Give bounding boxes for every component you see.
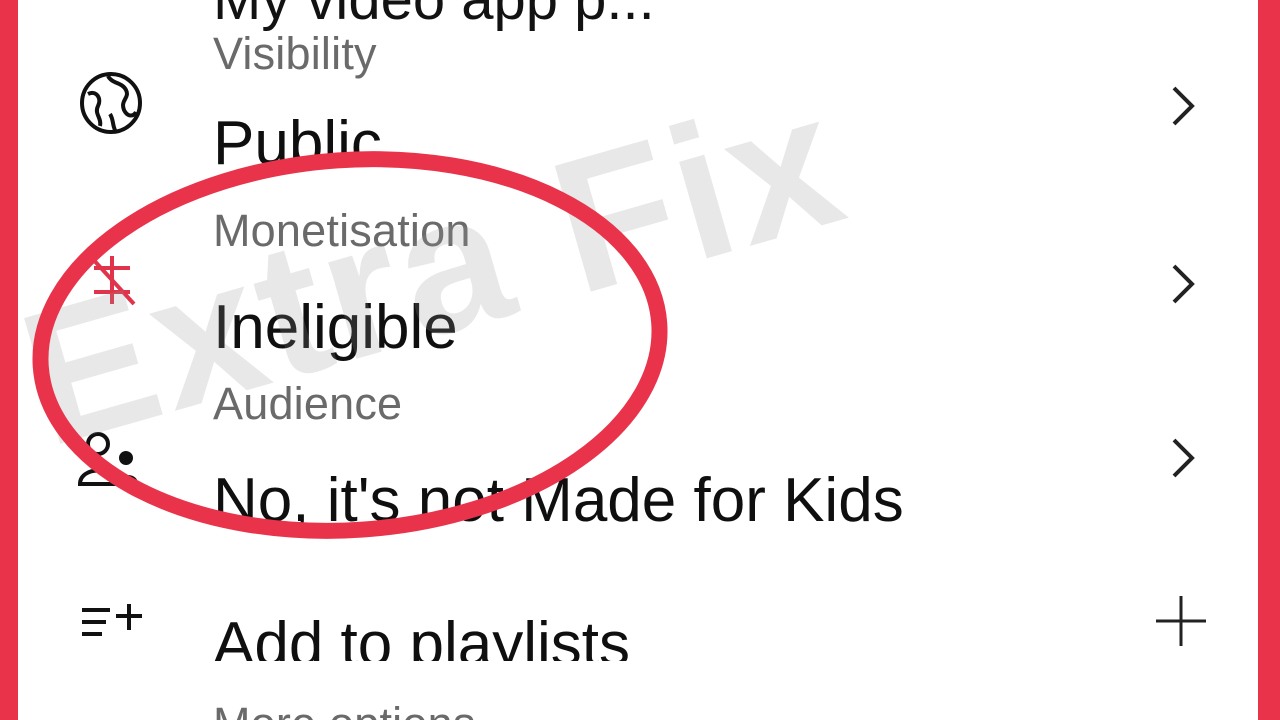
add-to-playlists-row[interactable]: Add to playlists (18, 560, 1258, 670)
globe-icon (78, 70, 144, 141)
audience-icon (77, 430, 148, 491)
monetisation-value: Ineligible (213, 293, 458, 362)
playlist-add-icon (80, 604, 146, 645)
visibility-label: Visibility (213, 28, 377, 79)
audience-value: No, it's not Made for Kids (213, 466, 904, 535)
chevron-right-icon[interactable] (1168, 262, 1198, 311)
monetisation-off-icon (86, 250, 138, 315)
monetisation-label: Monetisation (213, 205, 471, 256)
visibility-value: Public (213, 109, 382, 178)
add-to-playlists-label: Add to playlists (213, 610, 630, 661)
more-options-row[interactable]: More options (18, 690, 1258, 720)
monetisation-row[interactable]: Monetisation Ineligible (18, 190, 1258, 370)
plus-icon[interactable] (1154, 594, 1208, 653)
visibility-row[interactable]: Visibility Public (18, 0, 1258, 190)
audience-row[interactable]: Audience No, it's not Made for Kids (18, 370, 1258, 560)
more-options-label: More options (213, 698, 476, 720)
audience-label: Audience (213, 378, 403, 429)
video-details-panel: My video app p... Visibility Public (18, 0, 1258, 720)
chevron-right-icon[interactable] (1168, 84, 1198, 133)
chevron-right-icon[interactable] (1168, 436, 1198, 485)
